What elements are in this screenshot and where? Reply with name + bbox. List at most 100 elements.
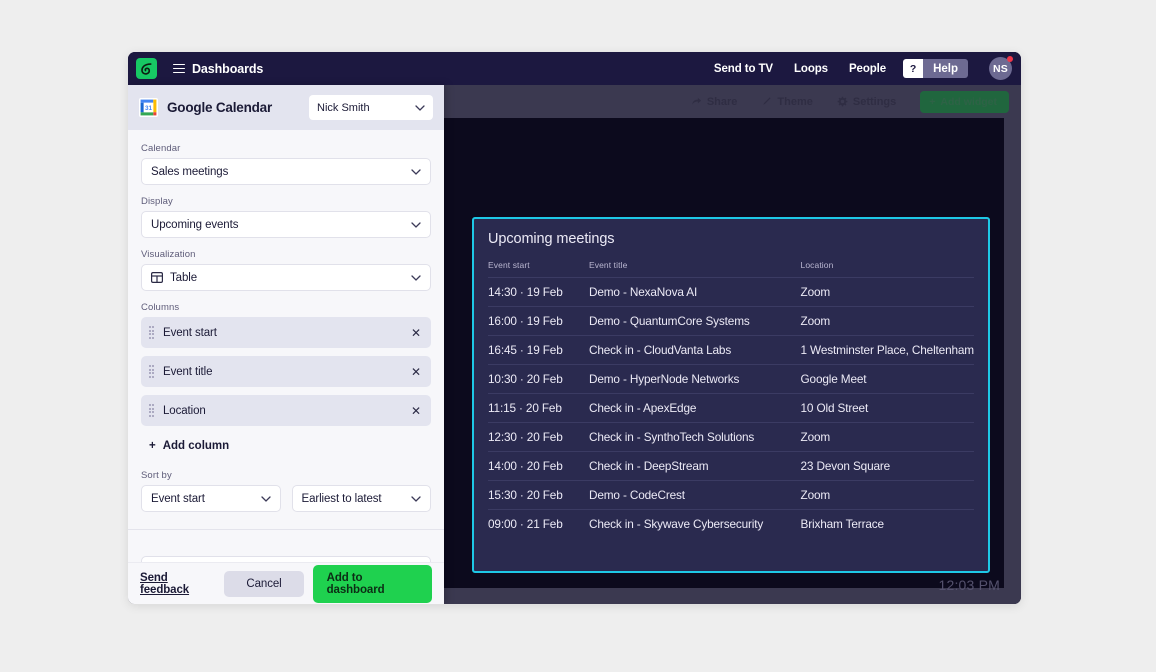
cell-event-title: Check in - Skywave Cybersecurity [589,510,801,539]
canvas-clock: 12:03 PM [938,577,1000,593]
remove-column-icon[interactable]: ✕ [411,366,421,378]
top-nav-links: Send to TV Loops People ? Help NS [714,57,1012,80]
panel-footer: Send feedback Cancel Add to dashboard [128,562,444,604]
panel-title: Google Calendar [167,100,272,115]
avatar-initials: NS [993,63,1008,75]
sort-order-select[interactable]: Earliest to latest [292,485,432,512]
table-row: 11:15 · 20 Feb Check in - ApexEdge 10 Ol… [488,394,974,423]
cell-event-start: 12:30 · 20 Feb [488,423,589,452]
dashboards-label[interactable]: Dashboards [192,62,263,76]
settings-button[interactable]: Settings [837,96,896,108]
chevron-down-icon [411,496,421,502]
drag-handle-icon[interactable] [149,404,154,416]
hamburger-icon[interactable] [173,64,185,74]
notification-dot-icon [1007,56,1013,62]
table-row: 15:30 · 20 Feb Demo - CodeCrest Zoom [488,481,974,510]
remove-column-icon[interactable]: ✕ [411,405,421,417]
theme-button[interactable]: Theme [761,96,812,108]
sort-controls: Event start Earliest to latest [141,485,431,512]
cell-event-title: Check in - CloudVanta Labs [589,336,801,365]
sort-by-label: Sort by [141,470,431,481]
column-item-label: Event start [163,327,217,339]
cell-event-start: 10:30 · 20 Feb [488,365,589,394]
cell-location: Zoom [801,423,974,452]
help-button[interactable]: Help [923,59,968,78]
nav-loops[interactable]: Loops [794,63,828,75]
share-label: Share [707,96,738,108]
add-widget-label: Add widget [940,96,997,108]
add-to-dashboard-button[interactable]: Add to dashboard [313,565,432,603]
visualization-value: Table [170,272,197,284]
cell-event-start: 14:30 · 19 Feb [488,278,589,307]
cell-event-title: Demo - CodeCrest [589,481,801,510]
top-navigation-bar: Dashboards Send to TV Loops People ? Hel… [128,52,1021,85]
plus-icon: + [929,96,935,108]
brush-icon [761,96,772,107]
remove-column-icon[interactable]: ✕ [411,327,421,339]
visualization-select[interactable]: Table [141,264,431,291]
cell-location: Zoom [801,481,974,510]
display-label: Display [141,196,431,207]
column-header-location: Location [801,260,974,278]
cell-event-title: Demo - HyperNode Networks [589,365,801,394]
table-row: 14:30 · 19 Feb Demo - NexaNova AI Zoom [488,278,974,307]
calendar-select[interactable]: Sales meetings [141,158,431,185]
panel-header: 31 Google Calendar Nick Smith [128,85,444,130]
app-window: Dashboards Send to TV Loops People ? Hel… [128,52,1021,604]
account-value: Nick Smith [317,102,370,114]
cell-event-start: 15:30 · 20 Feb [488,481,589,510]
columns-label: Columns [141,302,431,313]
settings-label: Settings [853,96,896,108]
cell-event-title: Demo - QuantumCore Systems [589,307,801,336]
share-arrow-icon [691,96,702,107]
cancel-button[interactable]: Cancel [224,571,303,597]
sort-field-value: Event start [151,493,205,505]
column-item-event-start[interactable]: Event start ✕ [141,317,431,348]
cell-location: Zoom [801,278,974,307]
cell-event-title: Demo - NexaNova AI [589,278,801,307]
column-header-event-title: Event title [589,260,801,278]
cell-location: Google Meet [801,365,974,394]
column-item-label: Location [163,405,206,417]
display-value: Upcoming events [151,219,238,231]
add-widget-button[interactable]: + Add widget [920,91,1009,113]
cell-event-title: Check in - SynthoTech Solutions [589,423,801,452]
table-header-row: Event start Event title Location [488,260,974,278]
share-button[interactable]: Share [691,96,738,108]
help-question-icon[interactable]: ? [903,59,923,78]
account-select[interactable]: Nick Smith [309,95,433,120]
widget-preview[interactable]: Upcoming meetings Event start Event titl… [472,217,990,573]
nav-send-to-tv[interactable]: Send to TV [714,63,773,75]
table-row: 16:45 · 19 Feb Check in - CloudVanta Lab… [488,336,974,365]
calendar-label: Calendar [141,143,431,154]
table-row: 09:00 · 21 Feb Check in - Skywave Cybers… [488,510,974,539]
panel-body: Calendar Sales meetings Display Upcoming… [128,130,444,562]
column-item-label: Event title [163,366,212,378]
table-row: 10:30 · 20 Feb Demo - HyperNode Networks… [488,365,974,394]
column-item-event-title[interactable]: Event title ✕ [141,356,431,387]
send-feedback-link[interactable]: Send feedback [140,572,215,596]
column-item-location[interactable]: Location ✕ [141,395,431,426]
cell-event-start: 16:45 · 19 Feb [488,336,589,365]
visualization-label: Visualization [141,249,431,260]
nav-people[interactable]: People [849,63,886,75]
google-calendar-icon: 31 [139,98,158,117]
table-row: 16:00 · 19 Feb Demo - QuantumCore System… [488,307,974,336]
cell-location: 10 Old Street [801,394,974,423]
app-logo[interactable] [136,58,157,79]
add-column-button[interactable]: + Add column [141,434,431,452]
chevron-down-icon [411,275,421,281]
display-select[interactable]: Upcoming events [141,211,431,238]
avatar[interactable]: NS [989,57,1012,80]
drag-handle-icon[interactable] [149,326,154,338]
chevron-down-icon [411,222,421,228]
cell-event-title: Check in - DeepStream [589,452,801,481]
upcoming-meetings-table: Event start Event title Location 14:30 ·… [488,260,974,538]
help-button-group[interactable]: ? Help [903,59,968,78]
cell-location: 1 Westminster Place, Cheltenham [801,336,974,365]
chevron-down-icon [415,105,425,111]
sort-field-select[interactable]: Event start [141,485,281,512]
drag-handle-icon[interactable] [149,365,154,377]
chevron-down-icon [411,169,421,175]
plus-icon: + [149,440,156,452]
